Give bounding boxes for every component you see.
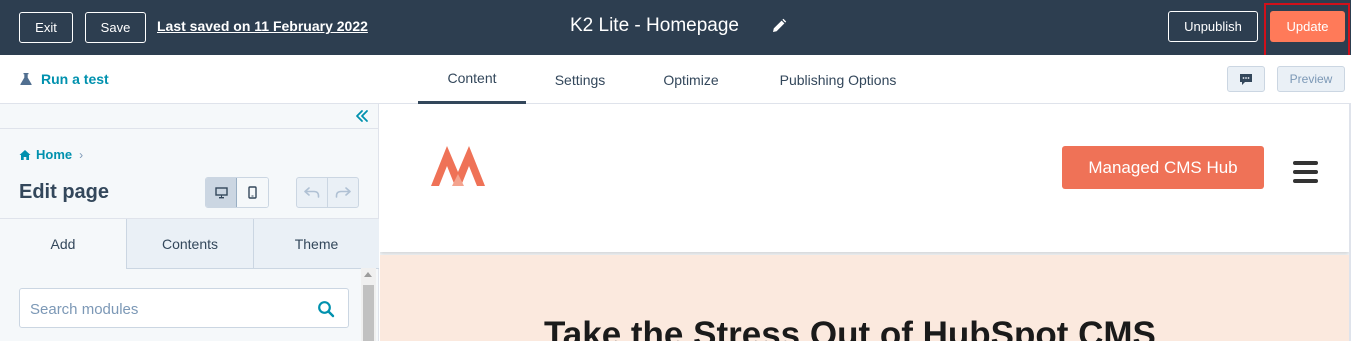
scroll-thumb[interactable] — [363, 285, 374, 341]
sidebar-collapse-bar — [0, 104, 379, 129]
breadcrumb-home[interactable]: Home — [36, 147, 72, 162]
update-button[interactable]: Update — [1270, 11, 1345, 42]
breadcrumb[interactable]: Home › — [19, 147, 83, 162]
undo-icon — [304, 187, 320, 198]
mobile-view-button[interactable] — [237, 178, 268, 207]
tab-publishing-options[interactable]: Publishing Options — [760, 55, 916, 104]
desktop-icon — [214, 186, 228, 198]
page-title: K2 Lite - Homepage — [570, 15, 739, 36]
desktop-view-button[interactable] — [206, 178, 238, 207]
collapse-icon[interactable] — [355, 109, 369, 123]
pencil-icon[interactable] — [770, 17, 788, 35]
mobile-icon — [248, 186, 257, 199]
comment-icon — [1240, 73, 1252, 85]
preview-button[interactable]: Preview — [1277, 66, 1345, 92]
undo-redo-group — [296, 177, 359, 208]
undo-button[interactable] — [297, 178, 327, 207]
home-icon — [19, 149, 31, 160]
device-toggle — [205, 177, 269, 208]
search-modules-box — [19, 288, 349, 328]
chevron-right-icon: › — [79, 147, 84, 162]
tab-add[interactable]: Add — [0, 219, 126, 269]
tab-settings[interactable]: Settings — [535, 55, 625, 104]
editor-nav-bar: Run a test Content Settings Optimize Pub… — [0, 55, 1351, 104]
editor-sidebar: Home › Edit page Add Contents Theme Sear… — [0, 104, 379, 341]
sidebar-tabs: Add Contents Theme — [0, 218, 379, 269]
menu-icon[interactable] — [1293, 161, 1318, 183]
redo-button[interactable] — [327, 178, 358, 207]
save-button[interactable]: Save — [85, 12, 146, 43]
comments-button[interactable] — [1227, 66, 1265, 92]
flask-icon — [20, 73, 32, 85]
site-header[interactable]: Managed CMS Hub — [380, 104, 1349, 252]
last-saved-link[interactable]: Last saved on 11 February 2022 — [157, 18, 368, 34]
page-preview: Managed CMS Hub Take the Stress Out of H… — [380, 104, 1351, 341]
hero-section[interactable]: Take the Stress Out of HubSpot CMS — [380, 255, 1349, 341]
scroll-up-arrow[interactable] — [364, 272, 372, 277]
tab-content[interactable]: Content — [418, 55, 526, 104]
top-bar: Exit Save Last saved on 11 February 2022… — [0, 0, 1351, 58]
run-a-test-link[interactable]: Run a test — [19, 71, 109, 87]
exit-button[interactable]: Exit — [19, 12, 73, 43]
sidebar-title: Edit page — [19, 181, 110, 203]
sidebar-scrollbar[interactable] — [361, 268, 376, 341]
redo-icon — [335, 187, 352, 198]
search-icon[interactable] — [317, 300, 335, 318]
tab-theme[interactable]: Theme — [253, 219, 379, 269]
run-a-test-label: Run a test — [41, 71, 109, 87]
logo-icon — [431, 146, 485, 186]
managed-cms-hub-button[interactable]: Managed CMS Hub — [1062, 146, 1264, 189]
hero-title: Take the Stress Out of HubSpot CMS — [544, 315, 1156, 341]
unpublish-button[interactable]: Unpublish — [1168, 11, 1258, 42]
tab-contents[interactable]: Contents — [126, 219, 253, 269]
search-modules-input[interactable] — [30, 298, 310, 320]
tab-optimize[interactable]: Optimize — [645, 55, 737, 104]
